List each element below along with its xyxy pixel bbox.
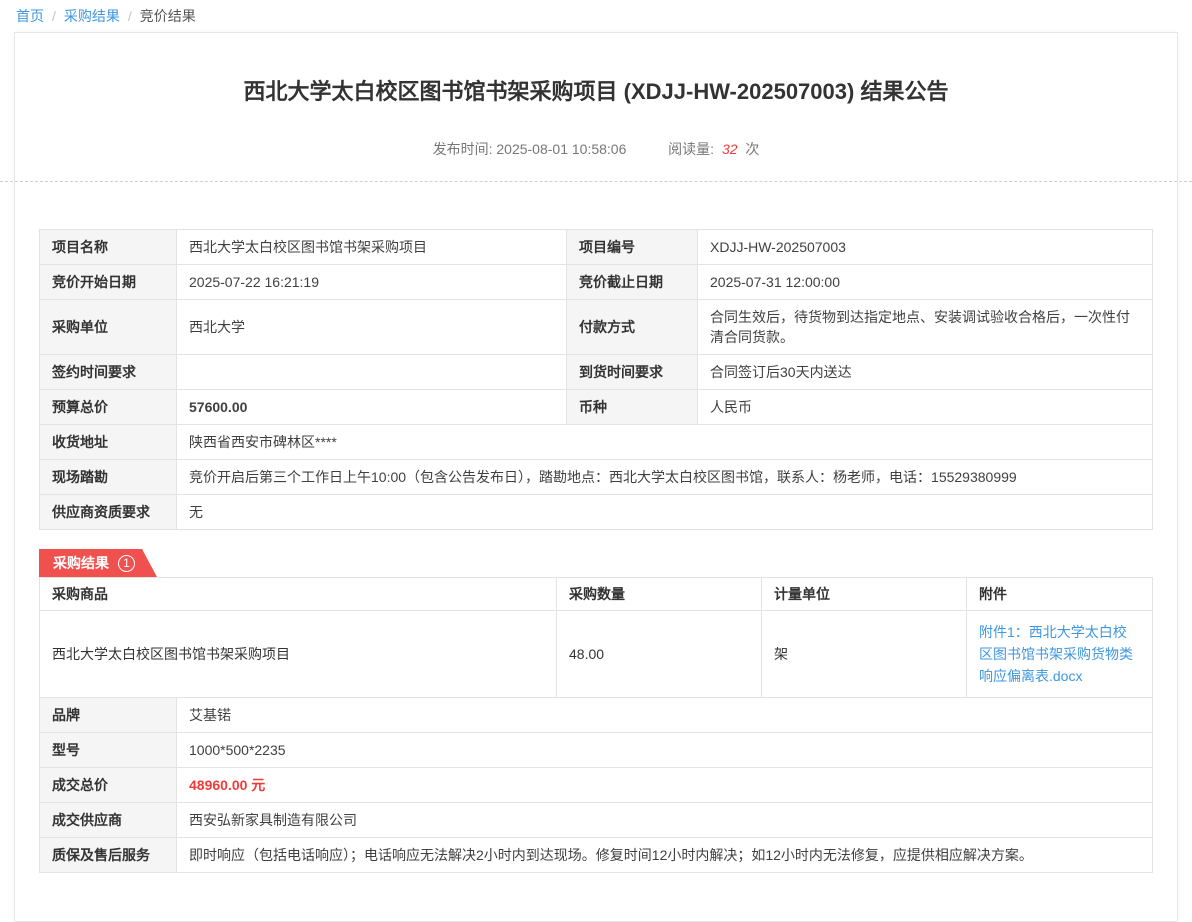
info-label-bid-end: 竞价截止日期 <box>567 265 698 300</box>
info-label-budget: 预算总价 <box>40 390 177 425</box>
result-col-product: 采购商品 <box>40 578 557 611</box>
info-value-payment: 合同生效后，待货物到达指定地点、安装调试验收合格后，一次性付清合同货款。 <box>698 300 1153 355</box>
table-row: 签约时间要求 到货时间要求 合同签订后30天内送达 <box>40 355 1153 390</box>
deal-details-table: 品牌 艾基锘 型号 1000*500*2235 成交总价 48960.00 元 … <box>39 697 1153 873</box>
detail-value-supplier: 西安弘新家具制造有限公司 <box>177 803 1153 838</box>
table-row: 供应商资质要求 无 <box>40 495 1153 530</box>
info-value-bid-end: 2025-07-31 12:00:00 <box>698 265 1153 300</box>
breadcrumb-separator: / <box>52 8 56 24</box>
detail-label-model: 型号 <box>40 733 177 768</box>
page-title: 西北大学太白校区图书馆书架采购项目 (XDJJ-HW-202507003) 结果… <box>99 79 1093 105</box>
info-value-project-no: XDJJ-HW-202507003 <box>698 230 1153 265</box>
info-value-address: 陕西省西安市碑林区**** <box>177 425 1153 460</box>
table-row: 型号 1000*500*2235 <box>40 733 1153 768</box>
attachment-link[interactable]: 附件1：西北大学太白校区图书馆书架采购货物类响应偏离表.docx <box>979 621 1140 687</box>
views-label: 阅读量: <box>668 141 714 157</box>
info-label-purchaser: 采购单位 <box>40 300 177 355</box>
info-label-delivery-time: 到货时间要求 <box>567 355 698 390</box>
info-value-budget: 57600.00 <box>177 390 567 425</box>
info-label-site-visit: 现场踏勘 <box>40 460 177 495</box>
dashed-divider <box>0 181 1192 182</box>
info-label-currency: 币种 <box>567 390 698 425</box>
purchase-result-count-badge: 1 <box>118 555 135 572</box>
breadcrumb-current: 竞价结果 <box>140 6 196 26</box>
info-label-sign-time: 签约时间要求 <box>40 355 177 390</box>
announcement-card: 西北大学太白校区图书馆书架采购项目 (XDJJ-HW-202507003) 结果… <box>14 32 1178 922</box>
table-row: 西北大学太白校区图书馆书架采购项目 48.00 架 附件1：西北大学太白校区图书… <box>40 611 1153 698</box>
purchase-result-badge-label: 采购结果 <box>53 553 109 573</box>
breadcrumb-separator: / <box>128 8 132 24</box>
table-row: 品牌 艾基锘 <box>40 698 1153 733</box>
deal-price-unit: 元 <box>251 777 265 793</box>
article-meta: 发布时间: 2025-08-01 10:58:06 阅读量: 32 次 <box>39 139 1153 159</box>
breadcrumb: 首页 / 采购结果 / 竞价结果 <box>0 0 1192 32</box>
table-row: 成交供应商 西安弘新家具制造有限公司 <box>40 803 1153 838</box>
detail-value-brand: 艾基锘 <box>177 698 1153 733</box>
views-count: 32 <box>722 141 738 157</box>
info-value-bid-start: 2025-07-22 16:21:19 <box>177 265 567 300</box>
views-unit: 次 <box>745 141 759 157</box>
result-col-unit: 计量单位 <box>762 578 967 611</box>
table-row: 项目名称 西北大学太白校区图书馆书架采购项目 项目编号 XDJJ-HW-2025… <box>40 230 1153 265</box>
result-col-attachment: 附件 <box>967 578 1153 611</box>
purchase-result-table: 采购商品 采购数量 计量单位 附件 西北大学太白校区图书馆书架采购项目 48.0… <box>39 577 1153 698</box>
detail-label-brand: 品牌 <box>40 698 177 733</box>
breadcrumb-home-link[interactable]: 首页 <box>16 6 44 26</box>
table-row: 采购单位 西北大学 付款方式 合同生效后，待货物到达指定地点、安装调试验收合格后… <box>40 300 1153 355</box>
deal-price-amount: 48960.00 <box>189 777 247 793</box>
info-value-qualification: 无 <box>177 495 1153 530</box>
info-label-qualification: 供应商资质要求 <box>40 495 177 530</box>
detail-value-warranty: 即时响应（包括电话响应）；电话响应无法解决2小时内到达现场。修复时间12小时内解… <box>177 838 1153 873</box>
result-quantity: 48.00 <box>557 611 762 698</box>
table-row: 现场踏勘 竞价开启后第三个工作日上午10:00（包含公告发布日），踏勘地点：西北… <box>40 460 1153 495</box>
publish-time-value: 2025-08-01 10:58:06 <box>496 141 626 157</box>
table-row: 预算总价 57600.00 币种 人民币 <box>40 390 1153 425</box>
result-product: 西北大学太白校区图书馆书架采购项目 <box>40 611 557 698</box>
info-label-address: 收货地址 <box>40 425 177 460</box>
info-label-project-no: 项目编号 <box>567 230 698 265</box>
result-col-quantity: 采购数量 <box>557 578 762 611</box>
detail-label-supplier: 成交供应商 <box>40 803 177 838</box>
info-value-site-visit: 竞价开启后第三个工作日上午10:00（包含公告发布日），踏勘地点：西北大学太白校… <box>177 460 1153 495</box>
detail-value-deal-price: 48960.00 元 <box>177 768 1153 803</box>
result-attachment-cell: 附件1：西北大学太白校区图书馆书架采购货物类响应偏离表.docx <box>967 611 1153 698</box>
info-value-project-name: 西北大学太白校区图书馆书架采购项目 <box>177 230 567 265</box>
table-row: 收货地址 陕西省西安市碑林区**** <box>40 425 1153 460</box>
info-label-payment: 付款方式 <box>567 300 698 355</box>
detail-label-warranty: 质保及售后服务 <box>40 838 177 873</box>
purchase-result-badge: 采购结果 1 <box>39 549 157 577</box>
info-label-bid-start: 竞价开始日期 <box>40 265 177 300</box>
table-header-row: 采购商品 采购数量 计量单位 附件 <box>40 578 1153 611</box>
table-row: 竞价开始日期 2025-07-22 16:21:19 竞价截止日期 2025-0… <box>40 265 1153 300</box>
info-value-sign-time <box>177 355 567 390</box>
detail-label-deal-price: 成交总价 <box>40 768 177 803</box>
breadcrumb-purchase-results-link[interactable]: 采购结果 <box>64 6 120 26</box>
detail-value-model: 1000*500*2235 <box>177 733 1153 768</box>
info-value-currency: 人民币 <box>698 390 1153 425</box>
result-unit: 架 <box>762 611 967 698</box>
table-row: 质保及售后服务 即时响应（包括电话响应）；电话响应无法解决2小时内到达现场。修复… <box>40 838 1153 873</box>
info-value-delivery-time: 合同签订后30天内送达 <box>698 355 1153 390</box>
info-value-purchaser: 西北大学 <box>177 300 567 355</box>
publish-time-label: 发布时间: <box>433 141 493 157</box>
info-label-project-name: 项目名称 <box>40 230 177 265</box>
table-row: 成交总价 48960.00 元 <box>40 768 1153 803</box>
project-info-table: 项目名称 西北大学太白校区图书馆书架采购项目 项目编号 XDJJ-HW-2025… <box>39 229 1153 530</box>
